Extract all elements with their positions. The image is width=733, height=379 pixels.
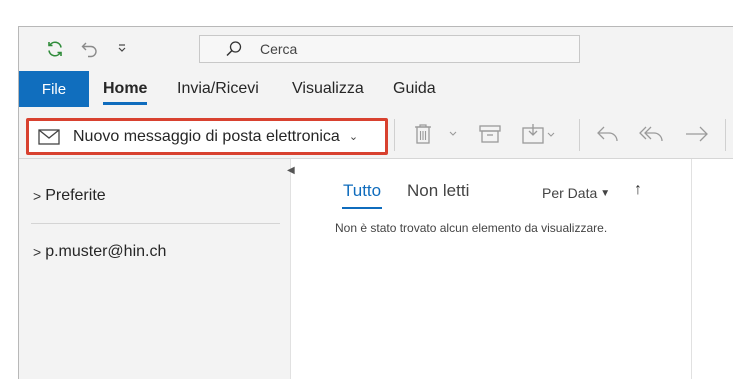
sync-button[interactable] xyxy=(43,39,67,59)
tab-send-receive[interactable]: Invia/Ricevi xyxy=(177,71,259,107)
reply-all-icon xyxy=(639,126,663,142)
tab-help[interactable]: Guida xyxy=(393,71,436,107)
delete-options-chevron[interactable] xyxy=(447,121,459,147)
delete-icon xyxy=(415,124,431,144)
reply-icon xyxy=(597,126,618,142)
chevron-right-icon: > xyxy=(33,188,42,204)
sort-direction-icon[interactable]: ↑ xyxy=(634,181,642,199)
folder-account-label: p.muster@hin.ch xyxy=(45,243,167,260)
tab-home[interactable]: Home xyxy=(103,71,148,107)
mail-icon xyxy=(38,128,62,146)
new-email-button[interactable]: Nuovo messaggio di posta elettronica ⌄ xyxy=(26,118,388,155)
chevron-down-icon xyxy=(449,131,457,136)
ribbon-divider xyxy=(579,119,580,151)
delete-button[interactable] xyxy=(411,121,435,147)
customize-toolbar-button[interactable] xyxy=(115,39,129,59)
reply-button[interactable] xyxy=(595,121,621,147)
archive-button[interactable] xyxy=(477,121,503,147)
collapse-pane-icon[interactable]: ◀ xyxy=(287,165,295,176)
folder-account[interactable]: > p.muster@hin.ch xyxy=(33,243,166,261)
search-placeholder: Cerca xyxy=(260,41,298,57)
folder-pane: ◀ > Preferite > p.muster@hin.ch xyxy=(19,159,295,379)
move-button[interactable] xyxy=(521,121,557,147)
sort-by-dropdown[interactable]: Per Data ▼ xyxy=(542,185,610,201)
sort-by-label: Per Data xyxy=(542,185,598,201)
chevron-down-icon: ▼ xyxy=(600,187,611,199)
message-list-pane: Tutto Non letti Per Data ▼ ↑ Non è stato… xyxy=(309,159,692,379)
tab-view[interactable]: Visualizza xyxy=(292,71,364,107)
filter-unread-tab[interactable]: Non letti xyxy=(407,181,469,201)
reply-all-button[interactable] xyxy=(637,121,667,147)
chevron-right-icon: > xyxy=(33,244,42,260)
tab-file[interactable]: File xyxy=(19,71,89,107)
new-email-label: Nuovo messaggio di posta elettronica xyxy=(73,127,340,145)
title-bar: Cerca xyxy=(19,27,733,71)
search-input[interactable]: Cerca xyxy=(199,35,580,63)
ribbon-tabs: File Home Invia/Ricevi Visualizza Guida xyxy=(19,71,733,107)
main-content: ◀ > Preferite > p.muster@hin.ch Tutto No… xyxy=(19,159,733,379)
archive-icon xyxy=(479,125,501,143)
move-icon xyxy=(522,124,555,144)
chevron-down-icon xyxy=(118,44,126,52)
forward-button[interactable] xyxy=(683,121,711,147)
filter-all-tab[interactable]: Tutto xyxy=(341,181,383,209)
folder-divider xyxy=(31,223,280,224)
folder-favorites[interactable]: > Preferite xyxy=(33,187,106,205)
ribbon-divider xyxy=(725,119,726,151)
forward-icon xyxy=(686,126,708,142)
ribbon-divider xyxy=(394,119,395,151)
chevron-down-icon[interactable]: ⌄ xyxy=(349,130,358,143)
undo-button[interactable] xyxy=(79,39,101,59)
search-icon xyxy=(224,38,246,60)
folder-favorites-label: Preferite xyxy=(45,187,106,204)
outlook-window: Cerca File Home Invia/Ricevi Visualizza … xyxy=(18,26,733,379)
sync-icon xyxy=(48,41,62,57)
empty-list-message: Non è stato trovato alcun elemento da vi… xyxy=(335,221,608,235)
ribbon-toolbar: Nuovo messaggio di posta elettronica ⌄ xyxy=(19,107,733,159)
undo-icon xyxy=(81,42,97,58)
page: Cerca File Home Invia/Ricevi Visualizza … xyxy=(0,0,733,379)
